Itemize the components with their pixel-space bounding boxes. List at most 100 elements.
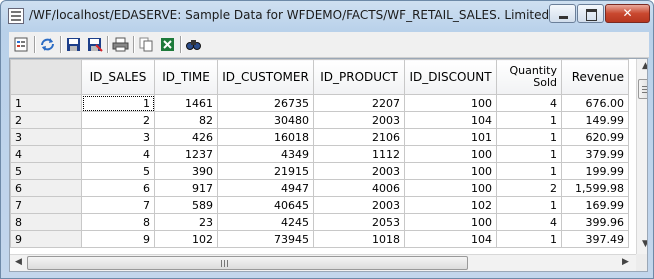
column-header[interactable]: ID_PRODUCT bbox=[313, 59, 405, 95]
table-cell[interactable]: 676.00 bbox=[561, 94, 629, 112]
table-cell[interactable]: 1,599.98 bbox=[561, 179, 629, 197]
table-cell[interactable]: 399.96 bbox=[561, 213, 629, 231]
column-header[interactable]: ID_CUSTOMER bbox=[217, 59, 314, 95]
excel-icon[interactable] bbox=[159, 36, 176, 53]
table-cell[interactable]: 82 bbox=[154, 111, 218, 129]
table-cell[interactable]: 620.99 bbox=[561, 128, 629, 146]
table-cell[interactable]: 390 bbox=[154, 162, 218, 180]
print-icon[interactable] bbox=[112, 36, 129, 53]
table-cell[interactable]: 101 bbox=[404, 128, 497, 146]
table-cell[interactable]: 102 bbox=[154, 230, 218, 248]
table-cell[interactable]: 5 bbox=[81, 162, 155, 180]
row-header[interactable]: 9 bbox=[10, 230, 82, 248]
copy-icon[interactable] bbox=[138, 36, 155, 53]
table-cell[interactable]: 6 bbox=[81, 179, 155, 197]
select-all-corner[interactable] bbox=[10, 59, 82, 95]
table-row[interactable]: 1 1 1461 26735 2207 100 4 676.00 bbox=[10, 94, 629, 112]
table-cell[interactable]: 4 bbox=[81, 145, 155, 163]
table-cell[interactable]: 100 bbox=[404, 179, 497, 197]
table-row[interactable]: 9 9 102 73945 1018 104 1 397.49 bbox=[10, 230, 629, 248]
row-header[interactable]: 2 bbox=[10, 111, 82, 129]
table-cell[interactable]: 2 bbox=[496, 179, 562, 197]
scroll-up-icon[interactable]: ▲ bbox=[637, 61, 647, 71]
minimize-button[interactable] bbox=[549, 4, 576, 23]
save-as-icon[interactable] bbox=[86, 36, 103, 53]
table-row[interactable]: 2 2 82 30480 2003 104 1 149.99 bbox=[10, 111, 629, 129]
table-cell[interactable]: 7 bbox=[81, 196, 155, 214]
table-cell[interactable]: 4245 bbox=[217, 213, 314, 231]
table-cell[interactable]: 917 bbox=[154, 179, 218, 197]
table-cell[interactable]: 1 bbox=[496, 111, 562, 129]
row-header[interactable]: 5 bbox=[10, 162, 82, 180]
table-row[interactable]: 7 7 589 40645 2003 102 1 169.99 bbox=[10, 196, 629, 214]
table-cell[interactable]: 23 bbox=[154, 213, 218, 231]
table-cell[interactable]: 2003 bbox=[313, 111, 405, 129]
table-cell[interactable]: 104 bbox=[404, 111, 497, 129]
column-header[interactable]: Quantity Sold bbox=[496, 59, 562, 95]
title-bar[interactable]: /WF/localhost/EDASERVE: Sample Data for … bbox=[1, 1, 653, 31]
table-cell[interactable]: 102 bbox=[404, 196, 497, 214]
table-cell[interactable]: 379.99 bbox=[561, 145, 629, 163]
table-cell[interactable]: 2207 bbox=[313, 94, 405, 112]
row-header[interactable]: 4 bbox=[10, 145, 82, 163]
column-header[interactable]: Revenue bbox=[561, 59, 629, 95]
row-header[interactable]: 3 bbox=[10, 128, 82, 146]
close-button[interactable]: ✕ bbox=[605, 4, 650, 23]
table-cell[interactable]: 1018 bbox=[313, 230, 405, 248]
table-cell[interactable]: 100 bbox=[404, 94, 497, 112]
table-cell[interactable]: 1 bbox=[496, 145, 562, 163]
horizontal-scroll-thumb[interactable] bbox=[27, 256, 468, 270]
column-header[interactable]: ID_DISCOUNT bbox=[404, 59, 497, 95]
table-cell[interactable]: 4947 bbox=[217, 179, 314, 197]
table-cell[interactable]: 4349 bbox=[217, 145, 314, 163]
table-cell[interactable]: 149.99 bbox=[561, 111, 629, 129]
table-cell[interactable]: 2053 bbox=[313, 213, 405, 231]
table-cell[interactable]: 1 bbox=[496, 162, 562, 180]
table-cell[interactable]: 1112 bbox=[313, 145, 405, 163]
table-row[interactable]: 3 3 426 16018 2106 101 1 620.99 bbox=[10, 128, 629, 146]
find-icon[interactable] bbox=[185, 36, 202, 53]
table-cell[interactable]: 2003 bbox=[313, 196, 405, 214]
table-cell[interactable]: 2 bbox=[81, 111, 155, 129]
data-grid[interactable]: ID_SALES ID_TIME ID_CUSTOMER ID_PRODUCT … bbox=[9, 58, 648, 272]
row-header[interactable]: 1 bbox=[10, 94, 82, 112]
table-cell[interactable]: 4 bbox=[496, 94, 562, 112]
table-row[interactable]: 4 4 1237 4349 1112 100 1 379.99 bbox=[10, 145, 629, 163]
column-header[interactable]: ID_SALES bbox=[81, 59, 155, 95]
refresh-icon[interactable] bbox=[39, 36, 56, 53]
table-cell[interactable]: 30480 bbox=[217, 111, 314, 129]
row-header[interactable]: 7 bbox=[10, 196, 82, 214]
table-cell[interactable]: 397.49 bbox=[561, 230, 629, 248]
scroll-left-icon[interactable]: ◀ bbox=[10, 257, 27, 267]
table-cell[interactable]: 3 bbox=[81, 128, 155, 146]
table-cell[interactable]: 100 bbox=[404, 145, 497, 163]
table-cell[interactable]: 1461 bbox=[154, 94, 218, 112]
table-cell[interactable]: 73945 bbox=[217, 230, 314, 248]
scroll-right-icon[interactable]: ▶ bbox=[617, 257, 634, 267]
table-row[interactable]: 6 6 917 4947 4006 100 2 1,599.98 bbox=[10, 179, 629, 197]
table-cell[interactable]: 1237 bbox=[154, 145, 218, 163]
table-cell[interactable]: 4006 bbox=[313, 179, 405, 197]
table-cell[interactable]: 26735 bbox=[217, 94, 314, 112]
table-cell[interactable]: 21915 bbox=[217, 162, 314, 180]
table-cell[interactable]: 100 bbox=[404, 213, 497, 231]
table-cell[interactable]: 9 bbox=[81, 230, 155, 248]
table-cell[interactable]: 16018 bbox=[217, 128, 314, 146]
table-cell[interactable]: 1 bbox=[496, 196, 562, 214]
vertical-scroll-thumb[interactable] bbox=[638, 79, 647, 99]
table-cell[interactable]: 589 bbox=[154, 196, 218, 214]
table-cell[interactable]: 8 bbox=[81, 213, 155, 231]
table-cell[interactable]: 426 bbox=[154, 128, 218, 146]
save-icon[interactable] bbox=[65, 36, 82, 53]
table-cell[interactable]: 169.99 bbox=[561, 196, 629, 214]
maximize-button[interactable] bbox=[577, 4, 604, 23]
table-cell[interactable]: 1 bbox=[81, 94, 155, 112]
row-header[interactable]: 8 bbox=[10, 213, 82, 231]
table-cell[interactable]: 104 bbox=[404, 230, 497, 248]
horizontal-scrollbar[interactable]: ◀ ▶ bbox=[10, 254, 636, 271]
table-cell[interactable]: 2106 bbox=[313, 128, 405, 146]
table-cell[interactable]: 199.99 bbox=[561, 162, 629, 180]
table-row[interactable]: 5 5 390 21915 2003 100 1 199.99 bbox=[10, 162, 629, 180]
table-cell[interactable]: 100 bbox=[404, 162, 497, 180]
properties-icon[interactable] bbox=[13, 36, 30, 53]
